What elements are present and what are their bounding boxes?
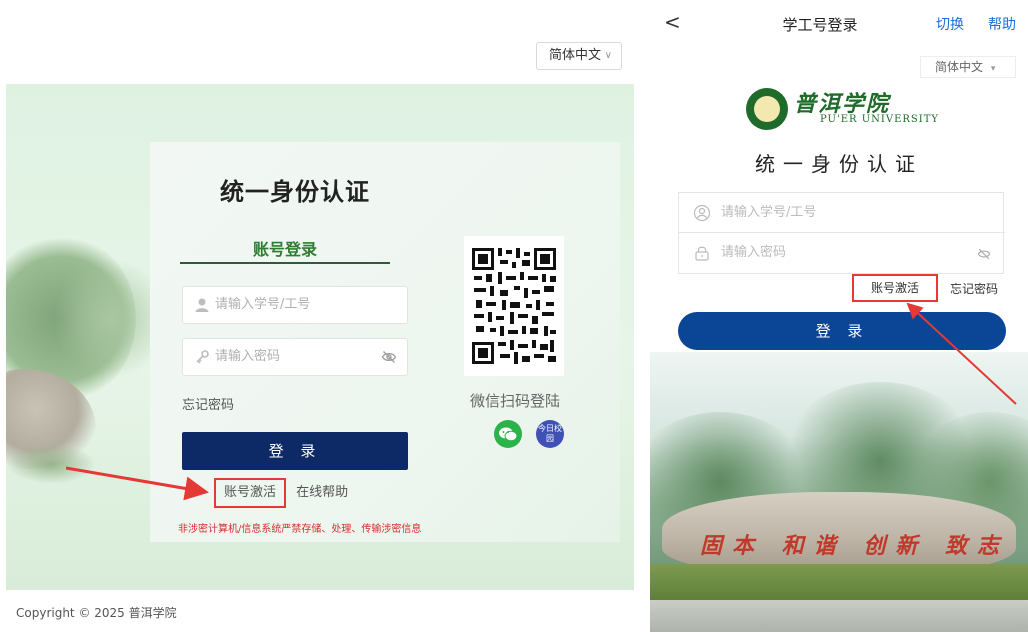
- mobile-login-form: 请输入学号/工号 请输入密码: [678, 192, 1005, 274]
- campus-photo: 固本 和谐 创新 致志: [650, 352, 1028, 632]
- qr-code-graphic: [470, 242, 558, 370]
- username-placeholder: 请输入学号/工号: [215, 297, 311, 312]
- language-label: 简体中文: [549, 48, 602, 63]
- login-button[interactable]: 登 录: [182, 432, 408, 470]
- key-icon: [196, 350, 209, 364]
- wechat-icon[interactable]: [494, 420, 522, 448]
- stone-inscription: 固本 和谐 创新 致志: [700, 533, 1009, 559]
- hedge-decoration: [650, 564, 1028, 600]
- lock-icon: [695, 246, 709, 261]
- password-placeholder: 请输入密码: [215, 349, 281, 364]
- mobile-forgot-password-link[interactable]: 忘记密码: [950, 280, 998, 297]
- forgot-password-link[interactable]: 忘记密码: [182, 394, 234, 413]
- wechat-qr-code: [464, 236, 564, 376]
- mobile-login-page: < 学工号登录 切换 帮助 简体中文 ▾ 普洱学院 PU'ER UNIVERSI…: [650, 0, 1028, 632]
- tab-account-login[interactable]: 账号登录: [180, 236, 390, 260]
- eye-off-icon[interactable]: [977, 247, 991, 261]
- wechat-scan-label: 微信扫码登陆: [469, 392, 560, 410]
- mobile-page-title: 统一身份认证: [755, 152, 923, 176]
- auxiliary-links: 账号激活 在线帮助: [214, 478, 348, 508]
- switch-link[interactable]: 切换: [936, 14, 964, 34]
- username-input[interactable]: 请输入学号/工号: [182, 286, 408, 324]
- help-link[interactable]: 帮助: [988, 14, 1016, 34]
- mobile-language-select[interactable]: 简体中文 ▾: [920, 56, 1016, 78]
- logo-english-name: PU'ER UNIVERSITY: [820, 114, 939, 125]
- page-title: 统一身份认证: [220, 178, 370, 206]
- password-input[interactable]: 请输入密码: [182, 338, 408, 376]
- mobile-username-placeholder: 请输入学号/工号: [721, 205, 817, 220]
- user-icon: [195, 298, 209, 312]
- login-card: 统一身份认证 账号登录 请输入学号/工号 请输入密码 忘记密码 登 录 账号激活…: [150, 142, 620, 542]
- desktop-login-page: 简体中文 ∨ 统一身份认证 账号登录 请输入学号/工号 请输入密码 忘记密码 登…: [0, 0, 640, 632]
- chevron-down-icon: ∨: [604, 50, 612, 61]
- mobile-username-input[interactable]: 请输入学号/工号: [679, 193, 1005, 233]
- ground-decoration: [650, 600, 1028, 632]
- university-emblem: [746, 88, 788, 130]
- jinri-xiaoyuan-icon[interactable]: 今日校园: [536, 420, 564, 448]
- eye-off-icon[interactable]: [381, 349, 397, 365]
- mobile-header-title: 学工号登录: [782, 16, 858, 34]
- user-icon: [693, 204, 711, 222]
- online-help-link[interactable]: 在线帮助: [296, 479, 348, 507]
- tab-underline: [180, 262, 390, 264]
- jinri-xiaoyuan-label: 今日校园: [538, 424, 562, 443]
- university-logo: 普洱学院 PU'ER UNIVERSITY: [746, 88, 946, 132]
- copyright-footer: Copyright © 2025 普洱学院: [16, 606, 177, 620]
- security-warning: 非涉密计算机/信息系统严禁存储、处理、传输涉密信息: [178, 524, 422, 535]
- mobile-header: < 学工号登录 切换 帮助: [650, 0, 1028, 44]
- mobile-account-activation-link[interactable]: 账号激活: [852, 274, 938, 302]
- chevron-down-icon: ▾: [990, 64, 996, 74]
- language-select[interactable]: 简体中文 ∨: [536, 42, 622, 70]
- mobile-password-placeholder: 请输入密码: [721, 245, 787, 260]
- account-activation-link[interactable]: 账号激活: [214, 478, 287, 508]
- shrub-decoration: [6, 444, 96, 484]
- mobile-password-input[interactable]: 请输入密码: [679, 233, 1005, 273]
- mobile-language-label: 简体中文: [935, 60, 984, 74]
- mobile-login-button[interactable]: 登 录: [678, 312, 1006, 350]
